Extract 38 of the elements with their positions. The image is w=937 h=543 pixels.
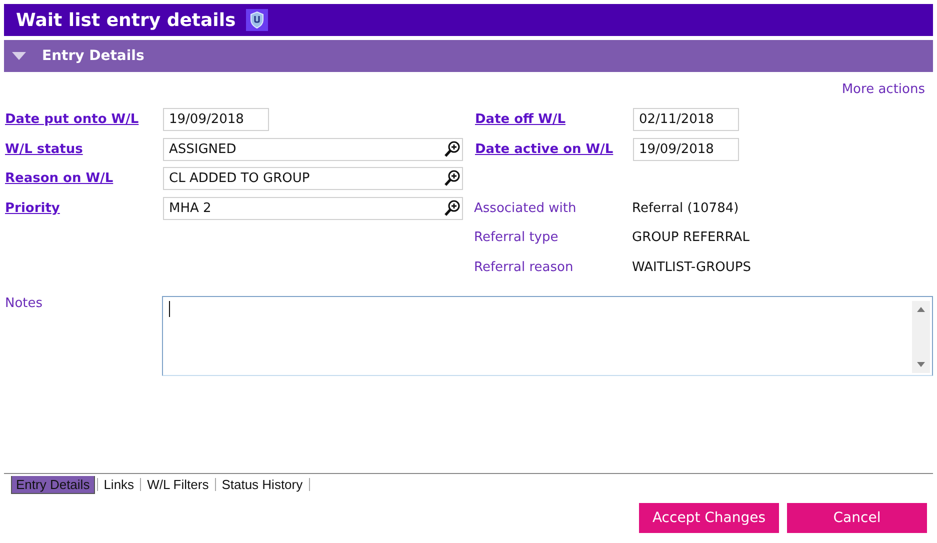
- field-label-link[interactable]: Priority: [4, 200, 163, 216]
- shield-icon: [246, 9, 268, 31]
- magnifier-plus-icon[interactable]: [444, 200, 460, 217]
- tab[interactable]: Links: [100, 476, 138, 493]
- collapse-triangle-icon: [12, 51, 26, 61]
- info-value: GROUP REFERRAL: [632, 230, 750, 246]
- scroll-down-icon[interactable]: [917, 362, 925, 367]
- info-value: Referral (10784): [632, 200, 739, 216]
- lookup-field[interactable]: ASSIGNED: [163, 138, 463, 161]
- info-label: Associated with: [474, 200, 578, 216]
- field-label-link[interactable]: Reason on W/L: [4, 171, 163, 186]
- tab[interactable]: Entry Details: [11, 476, 95, 494]
- field-label-link[interactable]: Date active on W/L: [474, 142, 633, 157]
- section-title: Entry Details: [42, 48, 144, 64]
- field-label-link[interactable]: Date put onto W/L: [4, 112, 163, 128]
- field-label-link[interactable]: W/L status: [4, 142, 163, 157]
- info-label: Referral reason: [474, 260, 574, 275]
- lookup-field[interactable]: CL ADDED TO GROUP: [163, 167, 463, 190]
- notes-label: Notes: [4, 296, 44, 313]
- tab[interactable]: W/L Filters: [143, 476, 213, 493]
- lookup-field[interactable]: MHA 2: [163, 196, 463, 220]
- date-field[interactable]: 02/11/2018: [633, 108, 739, 132]
- magnifier-plus-icon[interactable]: [444, 140, 460, 158]
- window-title: Wait list entry details: [16, 10, 236, 30]
- cancel-button[interactable]: Cancel: [787, 503, 927, 533]
- field-label-link[interactable]: Date off W/L: [474, 112, 633, 128]
- more-actions-link[interactable]: More actions: [842, 82, 925, 100]
- info-label: Referral type: [474, 230, 560, 246]
- date-field[interactable]: 19/09/2018: [633, 138, 739, 161]
- notes-field[interactable]: [162, 296, 933, 376]
- info-value: WAITLIST-GROUPS: [632, 260, 751, 275]
- tab[interactable]: Status History: [218, 476, 307, 493]
- section-header[interactable]: Entry Details: [4, 40, 933, 72]
- accept-button[interactable]: Accept Changes: [639, 503, 779, 533]
- date-field[interactable]: 19/09/2018: [163, 108, 269, 132]
- scroll-up-icon[interactable]: [917, 307, 925, 312]
- magnifier-plus-icon[interactable]: [444, 170, 460, 188]
- scrollbar[interactable]: [912, 301, 930, 373]
